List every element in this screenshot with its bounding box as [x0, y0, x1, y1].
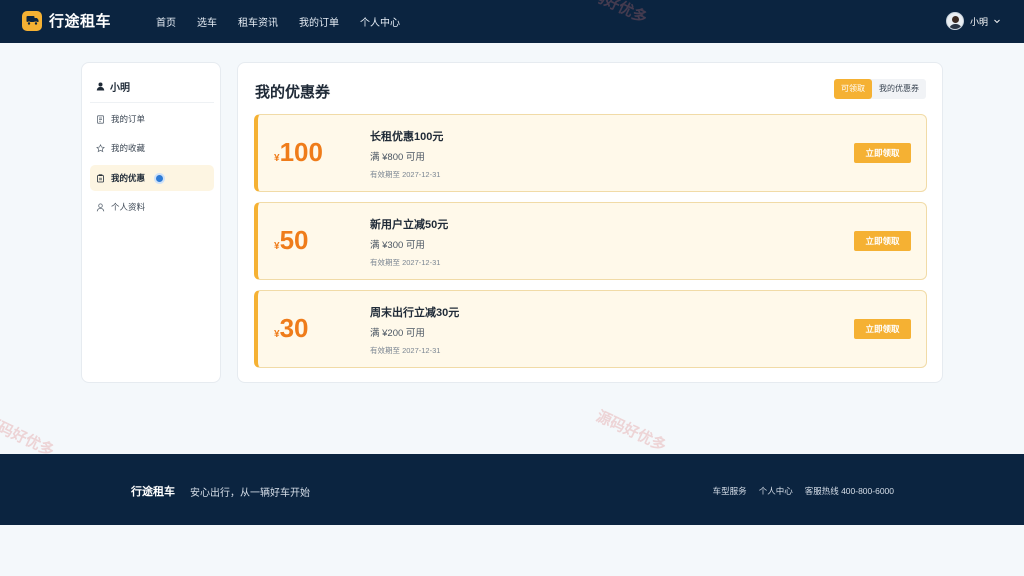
nav-item-news[interactable]: 租车资讯	[238, 14, 278, 29]
footer-link-car-service[interactable]: 车型服务	[713, 485, 747, 497]
sidebar-item-profile[interactable]: 个人资料	[90, 194, 214, 220]
coupon-amount: ¥50	[274, 225, 309, 255]
main-nav: 首页 选车 租车资讯 我的订单 个人中心	[156, 0, 421, 43]
footer-links: 车型服务 个人中心 客服热线 400-800-6000	[701, 485, 894, 497]
footer: 行途租车 安心出行，从一辆好车开始 车型服务 个人中心 客服热线 400-800…	[0, 454, 1024, 525]
user-name: 小明	[969, 16, 988, 27]
sidebar-item-coupons[interactable]: 我的优惠	[90, 165, 214, 191]
coupon-card: ¥50 新用户立减50元 满 ¥300 可用 有效期至 2027-12-31 立…	[254, 202, 927, 280]
star-icon	[96, 143, 105, 152]
car-logo-icon	[22, 10, 42, 31]
nav-item-orders[interactable]: 我的订单	[299, 14, 339, 29]
avatar	[945, 12, 964, 30]
sidebar-item-label: 我的优惠	[111, 173, 146, 183]
sidebar-item-orders[interactable]: 我的订单	[90, 106, 214, 132]
coupon-condition: 满 ¥800 可用	[370, 152, 425, 163]
coupon-condition: 满 ¥200 可用	[370, 328, 425, 339]
claim-coupon-button[interactable]: 立即领取	[854, 319, 911, 339]
claim-coupon-button[interactable]: 立即领取	[854, 143, 911, 163]
coupon-condition: 满 ¥300 可用	[370, 240, 425, 251]
footer-brand: 行途租车	[131, 486, 175, 498]
sidebar-item-label: 我的订单	[111, 114, 146, 124]
coupon-expiry: 有效期至 2027-12-31	[370, 258, 441, 267]
user-menu[interactable]: 小明	[945, 12, 1001, 30]
user-icon	[96, 82, 105, 91]
coupon-expiry: 有效期至 2027-12-31	[370, 346, 441, 355]
divider	[90, 102, 214, 103]
coupon-panel: 我的优惠券 可领取 我的优惠券 ¥100 长租优惠100元 满 ¥800 可用 …	[237, 62, 943, 383]
coupon-title: 周末出行立减30元	[370, 307, 460, 319]
claim-coupon-button[interactable]: 立即领取	[854, 231, 911, 251]
coupon-expiry: 有效期至 2027-12-31	[370, 170, 441, 179]
coupon-amount: ¥30	[274, 313, 309, 343]
brand[interactable]: 行途租车	[22, 10, 111, 31]
nav-item-home[interactable]: 首页	[156, 14, 176, 29]
document-icon	[97, 114, 104, 124]
sidebar-item-label: 我的收藏	[111, 143, 146, 153]
sidebar-item-label: 个人资料	[111, 202, 146, 212]
footer-link-hotline[interactable]: 客服热线 400-800-6000	[805, 485, 894, 497]
top-navbar: 行途租车 首页 选车 租车资讯 我的订单 个人中心 小明	[0, 0, 1024, 43]
nav-item-choose-car[interactable]: 选车	[197, 14, 217, 29]
watermark: 源码好优多	[593, 407, 669, 455]
sidebar-item-favorites[interactable]: 我的收藏	[90, 135, 214, 161]
tab-my-coupons[interactable]: 我的优惠券	[872, 79, 926, 99]
page-title: 我的优惠券	[255, 84, 331, 101]
coupon-amount: ¥100	[274, 137, 323, 167]
nav-item-profile-center[interactable]: 个人中心	[360, 14, 400, 29]
footer-link-profile[interactable]: 个人中心	[759, 485, 793, 497]
person-icon	[96, 203, 105, 211]
coupon-title: 新用户立减50元	[370, 219, 449, 231]
coupon-tabs: 可领取 我的优惠券	[834, 79, 926, 99]
sidebar: 小明 我的订单 我的收藏 我的优惠 个人资料	[81, 62, 221, 383]
mouse-cursor-indicator	[154, 173, 165, 184]
brand-name: 行途租车	[49, 13, 112, 30]
coupon-card: ¥100 长租优惠100元 满 ¥800 可用 有效期至 2027-12-31 …	[254, 114, 927, 192]
coupon-icon	[97, 173, 104, 182]
sidebar-username: 小明	[110, 83, 130, 94]
coupon-title: 长租优惠100元	[370, 131, 444, 143]
footer-slogan: 安心出行，从一辆好车开始	[190, 488, 310, 499]
coupon-card: ¥30 周末出行立减30元 满 ¥200 可用 有效期至 2027-12-31 …	[254, 290, 927, 368]
chevron-down-icon	[994, 19, 1000, 24]
tab-available[interactable]: 可领取	[834, 79, 872, 99]
sidebar-user: 小明	[96, 79, 130, 94]
